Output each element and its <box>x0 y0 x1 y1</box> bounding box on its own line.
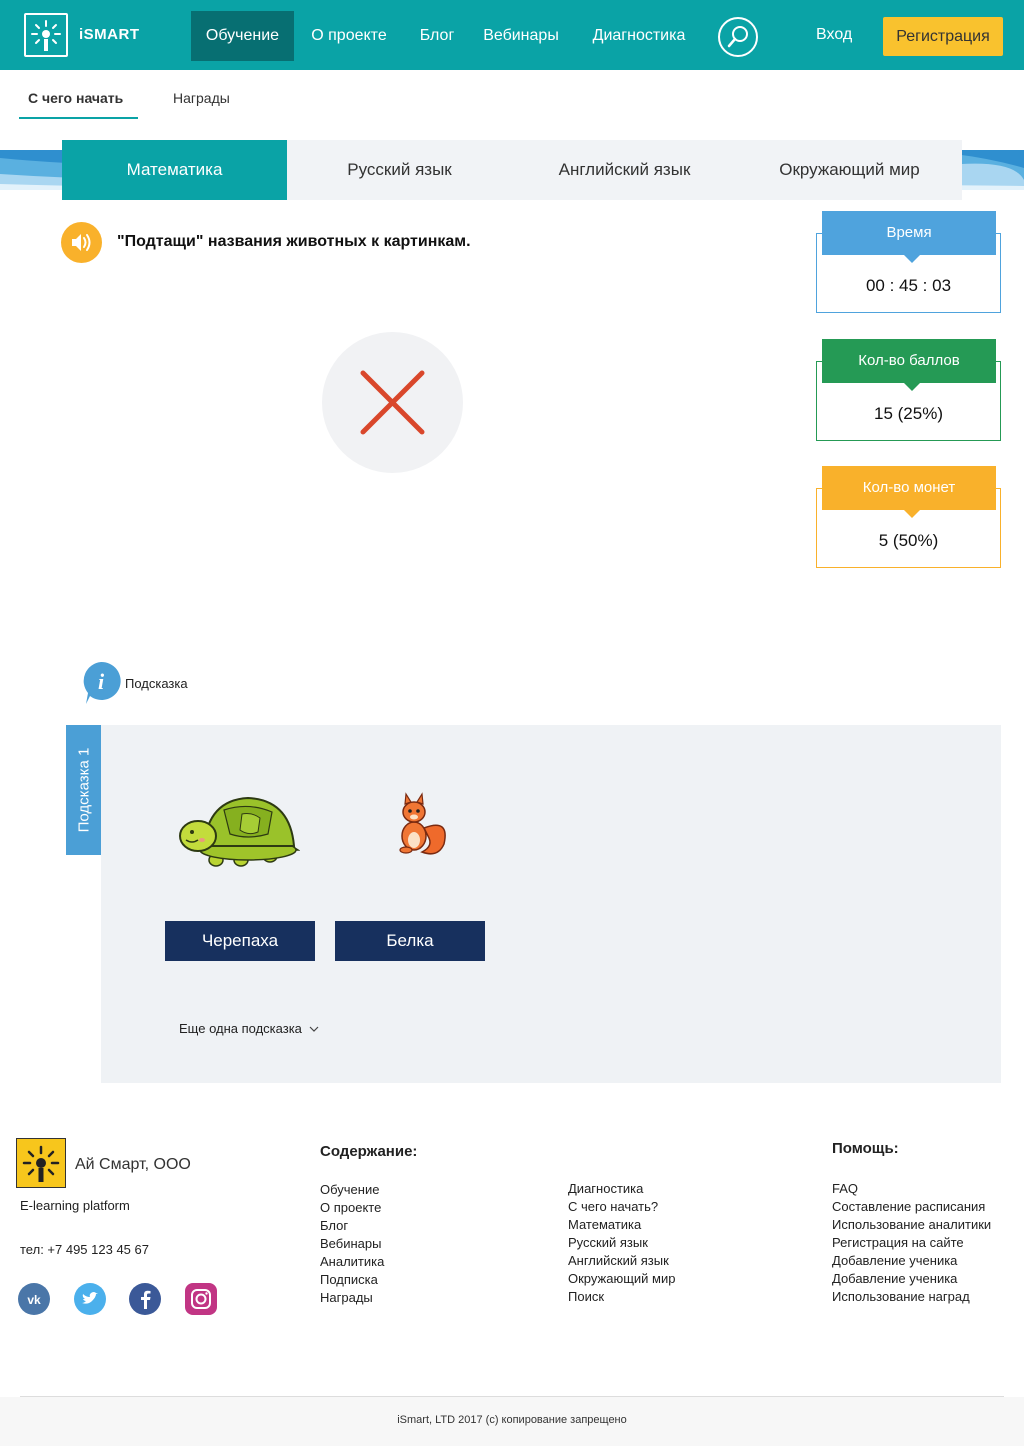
points-value: 15 (25%) <box>874 404 943 423</box>
info-icon[interactable]: i <box>80 660 122 706</box>
word-card-squirrel[interactable]: Белка <box>335 921 485 961</box>
footer-link[interactable]: Блог <box>320 1217 384 1235</box>
top-navigation-bar: iSMART Обучение О проекте Блог Вебинары … <box>0 0 1024 70</box>
turtle-image <box>179 796 300 867</box>
nav-item-about[interactable]: О проекте <box>303 11 395 61</box>
hint-label[interactable]: Подсказка <box>125 676 188 691</box>
footer-tagline: E-learning platform <box>20 1198 130 1213</box>
tab-russian[interactable]: Русский язык <box>287 140 512 200</box>
nav-item-webinars[interactable]: Вебинары <box>475 11 567 61</box>
coins-label: Кол-во монет <box>822 466 996 518</box>
footer-link[interactable]: Награды <box>320 1289 384 1307</box>
footer-link[interactable]: Окружающий мир <box>568 1270 675 1288</box>
squirrel-image <box>399 792 446 855</box>
facebook-icon[interactable] <box>129 1283 161 1315</box>
word-card-turtle[interactable]: Черепаха <box>165 921 315 961</box>
points-card: Кол-во баллов 15 (25%) <box>816 339 1001 441</box>
chevron-down-icon <box>309 1026 318 1032</box>
footer-link[interactable]: О проекте <box>320 1199 384 1217</box>
instagram-icon[interactable] <box>185 1283 217 1315</box>
nav-item-diagnostics[interactable]: Диагностика <box>585 11 693 61</box>
footer-phone: тел: +7 495 123 45 67 <box>20 1242 149 1257</box>
footer-help-link[interactable]: Регистрация на сайте <box>832 1234 991 1252</box>
tab-world[interactable]: Окружающий мир <box>737 140 962 200</box>
footer-help-link[interactable]: Использование аналитики <box>832 1216 991 1234</box>
footer-help-list: FAQ Составление расписания Использование… <box>832 1180 991 1306</box>
task-instruction: "Подтащи" названия животных к картинкам. <box>117 233 471 250</box>
timer-label: Время <box>822 211 996 263</box>
more-hint-label: Еще одна подсказка <box>179 1021 302 1036</box>
footer-help-link[interactable]: FAQ <box>832 1180 991 1198</box>
subnav-active-indicator <box>19 117 138 119</box>
register-button[interactable]: Регистрация <box>883 17 1003 56</box>
wrong-answer-indicator <box>322 332 463 473</box>
footer-link[interactable]: С чего начать? <box>568 1198 675 1216</box>
logo-icon[interactable] <box>24 13 68 57</box>
footer-link[interactable]: Поиск <box>568 1288 675 1306</box>
tab-math[interactable]: Математика <box>62 140 287 200</box>
tab-english[interactable]: Английский язык <box>512 140 737 200</box>
coins-card: Кол-во монет 5 (50%) <box>816 466 1001 568</box>
footer-link[interactable]: Вебинары <box>320 1235 384 1253</box>
timer-card: Время 00 : 45 : 03 <box>816 211 1001 313</box>
subject-tabs: Математика Русский язык Английский язык … <box>62 140 962 200</box>
svg-text:vk: vk <box>27 1293 41 1307</box>
footer-link[interactable]: Русский язык <box>568 1234 675 1252</box>
twitter-icon[interactable] <box>74 1283 106 1315</box>
footer-logo-icon[interactable] <box>16 1138 66 1188</box>
hint-tab-label: Подсказка 1 <box>75 747 92 833</box>
points-label: Кол-во баллов <box>822 339 996 391</box>
copyright-text: iSmart, LTD 2017 (c) копирование запреще… <box>397 1414 627 1426</box>
vk-icon[interactable]: vk <box>18 1283 50 1315</box>
footer-link[interactable]: Диагностика <box>568 1180 675 1198</box>
brand-name[interactable]: iSMART <box>79 26 140 43</box>
search-icon[interactable] <box>718 17 758 57</box>
footer-content-list-2: Диагностика С чего начать? Математика Ру… <box>568 1180 675 1306</box>
coins-value: 5 (50%) <box>878 531 939 550</box>
footer-link[interactable]: Английский язык <box>568 1252 675 1270</box>
footer-content-heading: Содержание: <box>320 1143 418 1160</box>
footer-link[interactable]: Аналитика <box>320 1253 384 1271</box>
more-hint-toggle[interactable]: Еще одна подсказка <box>179 1021 319 1036</box>
cross-icon <box>360 370 425 435</box>
hint-tab[interactable]: Подсказка 1 <box>66 725 101 855</box>
footer-help-link[interactable]: Использование наград <box>832 1288 991 1306</box>
footer-help-heading: Помощь: <box>832 1140 899 1157</box>
footer-company-name: Ай Смарт, ООО <box>75 1156 191 1173</box>
footer-link[interactable]: Математика <box>568 1216 675 1234</box>
timer-value: 00 : 45 : 03 <box>865 276 952 295</box>
nav-item-blog[interactable]: Блог <box>410 11 464 61</box>
footer-link[interactable]: Подписка <box>320 1271 384 1289</box>
footer-link[interactable]: Обучение <box>320 1181 384 1199</box>
footer-help-link[interactable]: Добавление ученика <box>832 1270 991 1288</box>
footer-content-list-1: Обучение О проекте Блог Вебинары Аналити… <box>320 1181 384 1307</box>
svg-text:i: i <box>98 669 105 694</box>
subnav-item-getting-started[interactable]: С чего начать <box>28 90 123 106</box>
speaker-icon[interactable] <box>61 222 102 263</box>
subnav-item-awards[interactable]: Награды <box>173 90 230 106</box>
footer-help-link[interactable]: Составление расписания <box>832 1198 991 1216</box>
login-link[interactable]: Вход <box>816 26 852 44</box>
nav-item-learning[interactable]: Обучение <box>191 11 294 61</box>
footer-help-link[interactable]: Добавление ученика <box>832 1252 991 1270</box>
